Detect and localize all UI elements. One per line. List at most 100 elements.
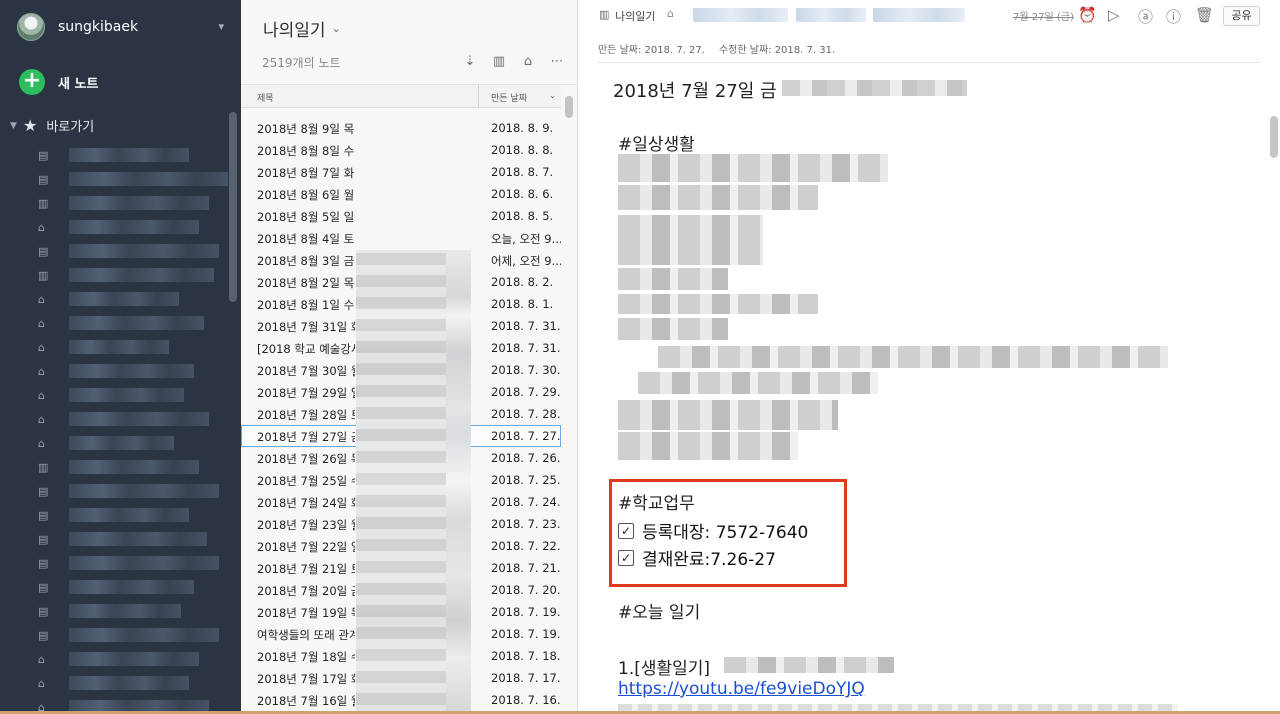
redacted-tag[interactable] (796, 8, 866, 22)
redacted-tag[interactable] (873, 8, 965, 22)
table-row[interactable]: 2018년 8월 5일 일 2018. 8. 5. (241, 205, 561, 227)
shortcut-item[interactable]: ▥ (38, 263, 228, 287)
shortcut-item[interactable]: ▤ (38, 551, 228, 575)
shortcut-item[interactable]: ▤ (38, 143, 228, 167)
new-note-button[interactable]: + 새 노트 (19, 69, 98, 95)
note-icon: ▤ (38, 532, 49, 546)
shared-notebook-icon: ⌂ (38, 292, 45, 306)
redacted-label (69, 676, 189, 690)
notebook-title-dropdown[interactable]: 나의일기 ⌄ (263, 16, 341, 41)
note-editor: ▥ 나의일기 ⌂ 7월 27일 (금) ⏰ ▷ ⓐ ⓘ 🗑 공유 만든 날짜: … (578, 0, 1280, 714)
presentation-icon[interactable]: ▷ (1108, 6, 1120, 24)
shortcut-item[interactable]: ▤ (38, 479, 228, 503)
redacted-label (69, 604, 181, 618)
column-header-date[interactable]: 만든 날짜 (491, 91, 527, 104)
sidebar-scrollbar[interactable] (229, 112, 237, 302)
avatar[interactable] (17, 13, 45, 41)
note-date: 어제, 오전 9... (491, 254, 561, 268)
shortcut-item[interactable]: ▤ (38, 239, 228, 263)
chevron-down-icon[interactable]: ▾ (218, 20, 224, 33)
shortcut-item[interactable]: ▤ (38, 623, 228, 647)
table-row[interactable]: 2018년 8월 4일 토 오늘, 오전 9... (241, 227, 561, 249)
shortcut-item[interactable]: ▤ (38, 527, 228, 551)
note-title: 2018년 8월 5일 일 (257, 210, 355, 224)
collapse-triangle-icon[interactable]: ▼ (10, 121, 22, 131)
shortcut-item[interactable]: ⌂ (38, 335, 228, 359)
note-icon: ▤ (38, 556, 49, 570)
shortcut-item[interactable]: ⌂ (38, 383, 228, 407)
shortcut-item[interactable]: ▤ (38, 599, 228, 623)
shortcut-item[interactable]: ▤ (38, 575, 228, 599)
note-date: 2018. 7. 16. (491, 693, 561, 707)
note-title: 2018년 7월 29일 일 (257, 386, 355, 400)
note-icon: ▤ (38, 148, 49, 162)
redacted-label (69, 484, 219, 498)
app-window: sungkibaek ▾ + 새 노트 ▼ ★ 바로가기 ▤ ▤ ▥ ⌂ ▤ ▥… (0, 0, 1280, 714)
trash-icon[interactable]: 🗑 (1195, 6, 1214, 24)
shortcut-item[interactable]: ⌂ (38, 671, 228, 695)
note-notebook-selector[interactable]: 나의일기 (615, 8, 655, 24)
shared-notebook-icon: ⌂ (38, 676, 45, 690)
youtube-link[interactable]: https://youtu.be/fe9vieDoYJQ (618, 679, 865, 699)
work-chat-icon[interactable]: ⓐ (1138, 6, 1153, 27)
more-icon[interactable]: ⋯ (548, 53, 566, 71)
table-row[interactable]: 2018년 8월 7일 화 2018. 8. 7. (241, 161, 561, 183)
shortcut-item[interactable]: ⌂ (38, 287, 228, 311)
shortcuts-label: 바로가기 (46, 120, 95, 135)
shortcuts-header[interactable]: ▼ ★ 바로가기 (10, 116, 94, 135)
shortcut-item[interactable]: ▥ (38, 191, 228, 215)
column-header-title[interactable]: 제목 (257, 91, 274, 104)
notebook-icon: ▥ (599, 8, 610, 21)
note-title: 2018년 8월 3일 금 (257, 254, 355, 268)
shortcut-item[interactable]: ⌂ (38, 311, 228, 335)
redacted-tag[interactable] (693, 8, 788, 22)
redacted-text (618, 185, 818, 210)
note-icon: ▤ (38, 628, 49, 642)
account-switcher[interactable]: sungkibaek ▾ (17, 12, 232, 42)
alarm-clock-icon[interactable]: ⏰ (1078, 6, 1097, 24)
note-title-input[interactable]: 2018년 7월 27일 금 (613, 77, 777, 103)
highlight-annotation-box (609, 479, 847, 587)
note-title: 2018년 7월 21일 토 (257, 562, 355, 576)
shortcut-item[interactable]: ⌂ (38, 215, 228, 239)
note-title: 2018년 7월 16일 월 (257, 694, 355, 708)
redacted-text (618, 154, 888, 182)
section-heading: #오늘 일기 (618, 603, 701, 623)
info-icon[interactable]: ⓘ (1166, 6, 1181, 27)
table-row[interactable]: 2018년 8월 9일 목 2018. 8. 9. (241, 117, 561, 139)
note-title: 2018년 7월 25일 수 (257, 474, 355, 488)
editor-scrollbar[interactable] (1270, 116, 1278, 158)
redacted-label (69, 460, 199, 474)
redacted-label (69, 532, 207, 546)
shortcut-item[interactable]: ⌂ (38, 647, 228, 671)
table-row[interactable]: 2018년 8월 6일 월 2018. 8. 6. (241, 183, 561, 205)
table-row[interactable]: 2018년 8월 8일 수 2018. 8. 8. (241, 139, 561, 161)
note-title: [2018 학교 예술강사 (257, 342, 355, 356)
note-date: 2018. 7. 21. (491, 561, 561, 575)
diary-entry-label: 1.[생활일기] (618, 659, 711, 679)
column-separator[interactable] (478, 85, 479, 108)
note-metadata: 만든 날짜: 2018. 7. 27. 수정한 날짜: 2018. 7. 31. (598, 41, 835, 56)
sort-icon[interactable]: ⇣ (461, 53, 479, 71)
view-options-icon[interactable]: ▥ (490, 53, 508, 71)
redacted-label (69, 412, 209, 426)
share-button[interactable]: 공유 (1223, 6, 1260, 26)
shortcut-item[interactable]: ▥ (38, 455, 228, 479)
redacted-text (618, 268, 728, 290)
reminder-date[interactable]: 7월 27일 (금) (1013, 8, 1074, 23)
redacted-label (69, 220, 199, 234)
shortcut-item[interactable]: ▤ (38, 503, 228, 527)
note-title: 2018년 7월 28일 토 (257, 408, 355, 422)
note-list-scrollbar[interactable] (565, 96, 573, 118)
share-notebook-icon[interactable]: ⌂ (519, 53, 537, 71)
shortcut-item[interactable]: ⌂ (38, 407, 228, 431)
share-indicator-icon: ⌂ (667, 7, 674, 20)
note-title: 2018년 8월 2일 목 (257, 276, 355, 290)
note-icon: ▤ (38, 244, 49, 258)
note-title: 2018년 8월 8일 수 (257, 144, 355, 158)
shared-notebook-icon: ⌂ (38, 388, 45, 402)
shortcut-item[interactable]: ▤ (38, 167, 228, 191)
redacted-label (69, 628, 219, 642)
shortcut-item[interactable]: ⌂ (38, 431, 228, 455)
shortcut-item[interactable]: ⌂ (38, 359, 228, 383)
